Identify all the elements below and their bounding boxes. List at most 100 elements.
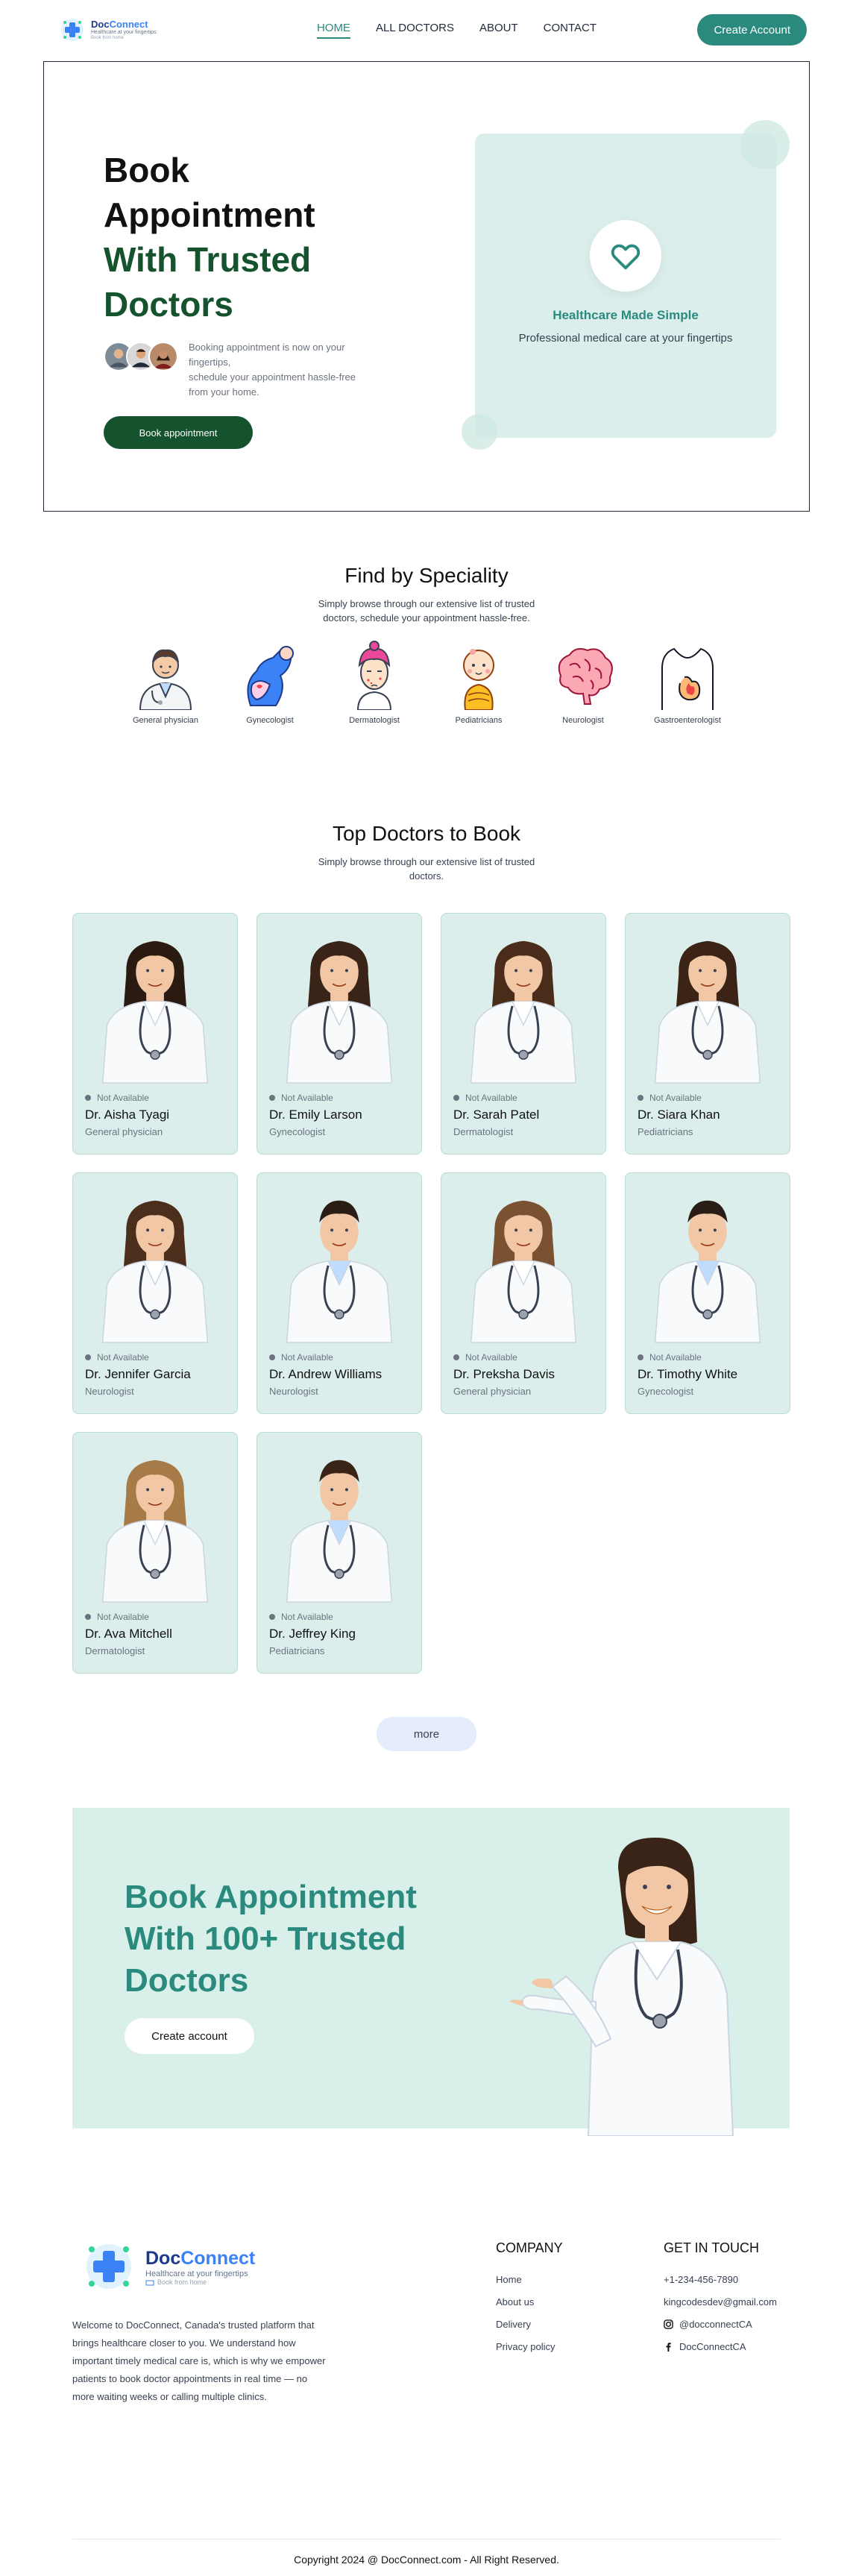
- top-doctors-subtitle: Simply browse through our extensive list…: [318, 856, 535, 882]
- speciality-section: Find by Speciality Simply browse through…: [0, 564, 853, 725]
- status-text: Not Available: [97, 1093, 149, 1103]
- doctor-info: Not Available Dr. Aisha Tyagi General phys…: [73, 1084, 237, 1146]
- doctor-grid: Not Available Dr. Aisha Tyagi General phys…: [72, 913, 853, 1674]
- facebook-icon: [666, 2343, 671, 2352]
- status-dot: [85, 1095, 91, 1101]
- doctor-info: Not Available Dr. Jeffrey King Pediatricia…: [257, 1603, 421, 1665]
- doctor-card[interactable]: Not Available Dr. Aisha Tyagi General phys…: [72, 913, 238, 1155]
- speciality-label: Dermatologist: [349, 716, 400, 725]
- avatar: [148, 342, 178, 371]
- availability-status: Not Available: [269, 1352, 409, 1363]
- status-dot: [638, 1095, 643, 1101]
- book-appointment-button[interactable]: Book appointment: [104, 416, 253, 449]
- doctor-illustration: [509, 1838, 734, 2136]
- footer-contact-title: GET IN TOUCH: [664, 2240, 760, 2255]
- status-text: Not Available: [649, 1352, 702, 1363]
- doctor-speciality: General physician: [453, 1386, 532, 1397]
- doctor-card[interactable]: Not Available Dr. Jeffrey King Pediatricia…: [256, 1432, 422, 1674]
- create-account-button[interactable]: Create Account: [697, 14, 807, 45]
- availability-status: Not Available: [269, 1093, 409, 1103]
- medical-cross-icon: [86, 2244, 131, 2289]
- status-dot: [85, 1354, 91, 1360]
- doctor-card[interactable]: Not Available Dr. Emily Larson Gynecologis…: [256, 913, 422, 1155]
- nav-link-about[interactable]: ABOUT: [479, 22, 518, 39]
- availability-status: Not Available: [453, 1093, 594, 1103]
- doctor-name: Dr. Ava Mitchell: [85, 1627, 172, 1641]
- doctor-info: Not Available Dr. Siara Khan Pediatricians: [626, 1084, 790, 1146]
- doctor-photo: [654, 1200, 761, 1343]
- more-button[interactable]: more: [377, 1717, 476, 1751]
- footer-company-column: COMPANY Home About us Delivery Privacy p…: [496, 2240, 563, 2363]
- speciality-title: Find by Speciality: [344, 564, 509, 587]
- status-dot: [85, 1614, 91, 1620]
- status-text: Not Available: [281, 1093, 333, 1103]
- general-physician-icon: [139, 649, 192, 710]
- patient-avatars: [104, 342, 178, 371]
- doctor-card[interactable]: Not Available Dr. Ava Mitchell Dermatologi…: [72, 1432, 238, 1674]
- speciality-item-gastroenterologist[interactable]: Gastroenterologist: [652, 638, 723, 725]
- doctor-photo: [101, 1200, 209, 1343]
- status-dot: [269, 1354, 275, 1360]
- speciality-label: Pediatricians: [455, 716, 503, 725]
- doctor-photo-wrapper: [73, 1433, 237, 1603]
- doctor-photo: [470, 1200, 577, 1343]
- nav-link-contact[interactable]: CONTACT: [544, 22, 597, 39]
- instagram-icon: [664, 2319, 673, 2329]
- availability-status: Not Available: [638, 1093, 778, 1103]
- footer-link-delivery[interactable]: Delivery: [496, 2319, 563, 2330]
- doctor-speciality: Gynecologist: [269, 1126, 326, 1137]
- speciality-label: Gynecologist: [246, 716, 294, 725]
- heart-icon: [611, 244, 640, 270]
- doctor-card[interactable]: Not Available Dr. Andrew Williams Neurolog…: [256, 1172, 422, 1414]
- footer-link-about-us[interactable]: About us: [496, 2296, 563, 2308]
- speciality-label: Neurologist: [562, 716, 604, 725]
- cta-banner: Book Appointment With 100+ Trusted Docto…: [72, 1808, 790, 2136]
- speciality-list: General physician Gynecologist Dermatolo…: [0, 638, 853, 725]
- doctor-card[interactable]: Not Available Dr. Siara Khan Pediatricians: [625, 913, 790, 1155]
- footer-link-home[interactable]: Home: [496, 2274, 563, 2285]
- status-dot: [638, 1354, 643, 1360]
- doctor-photo-wrapper: [257, 1433, 421, 1603]
- doctor-speciality: Dermatologist: [85, 1645, 145, 1656]
- doctor-photo: [286, 1460, 393, 1603]
- doctor-card[interactable]: Not Available Dr. Timothy White Gynecologi…: [625, 1172, 790, 1414]
- nav-link-all-doctors[interactable]: ALL DOCTORS: [376, 22, 454, 39]
- footer-phone[interactable]: +1-234-456-7890: [664, 2274, 777, 2285]
- availability-status: Not Available: [269, 1612, 409, 1622]
- brand-logo[interactable]: DocConnect Healthcare at your fingertips…: [60, 17, 157, 43]
- hero-section: Book Appointment With Trusted Doctors Bo…: [43, 61, 810, 512]
- doctor-speciality: General physician: [85, 1126, 163, 1137]
- speciality-item-gynecologist[interactable]: Gynecologist: [234, 638, 306, 725]
- dermatologist-icon: [356, 641, 392, 710]
- doctor-info: Not Available Dr. Jennifer Garcia Neurolog…: [73, 1343, 237, 1406]
- medical-cross-icon: [61, 19, 84, 41]
- doctor-photo: [654, 940, 761, 1084]
- nav-link-home[interactable]: HOME: [316, 22, 350, 39]
- footer-link-privacy-policy[interactable]: Privacy policy: [496, 2341, 563, 2352]
- speciality-item-neurologist[interactable]: Neurologist: [547, 638, 619, 725]
- footer-email[interactable]: kingcodesdev@gmail.com: [664, 2296, 777, 2308]
- doctor-name: Dr. Andrew Williams: [269, 1367, 383, 1381]
- availability-status: Not Available: [85, 1352, 225, 1363]
- brand-name: DocConnect: [91, 18, 148, 30]
- doctor-name: Dr. Jennifer Garcia: [85, 1367, 191, 1381]
- doctor-card[interactable]: Not Available Dr. Jennifer Garcia Neurolog…: [72, 1172, 238, 1414]
- copyright: Copyright 2024 @ DocConnect.com - All Ri…: [294, 2554, 559, 2566]
- speciality-item-general-physician[interactable]: General physician: [130, 638, 201, 725]
- status-text: Not Available: [649, 1093, 702, 1103]
- doctor-card[interactable]: Not Available Dr. Preksha Davis General ph…: [441, 1172, 606, 1414]
- doctor-info: Not Available Dr. Emily Larson Gynecologis…: [257, 1084, 421, 1146]
- doctor-card[interactable]: Not Available Dr. Sarah Patel Dermatologis…: [441, 913, 606, 1155]
- doctor-speciality: Dermatologist: [453, 1126, 514, 1137]
- status-text: Not Available: [281, 1612, 333, 1622]
- footer-instagram[interactable]: @docconnectCA: [664, 2319, 777, 2330]
- create-account-cta-button[interactable]: Create account: [125, 2018, 254, 2054]
- brand-sub: Book from home: [91, 35, 125, 40]
- availability-status: Not Available: [453, 1352, 594, 1363]
- status-dot: [453, 1354, 459, 1360]
- speciality-item-pediatricians[interactable]: Pediatricians: [443, 638, 514, 725]
- speciality-item-dermatologist[interactable]: Dermatologist: [339, 638, 410, 725]
- footer-facebook[interactable]: DocConnectCA: [664, 2341, 777, 2352]
- status-dot: [269, 1614, 275, 1620]
- doctor-info: Not Available Dr. Preksha Davis General ph…: [441, 1343, 605, 1406]
